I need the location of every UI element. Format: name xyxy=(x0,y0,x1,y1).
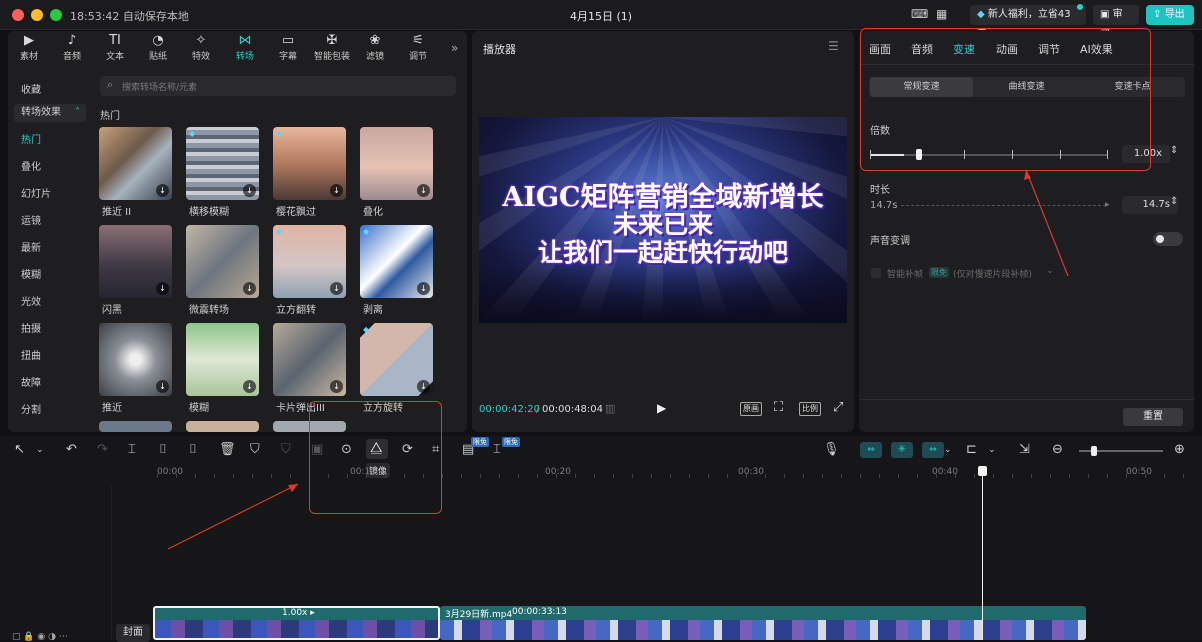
annotation-arrow-speed xyxy=(1025,169,1069,277)
annotation-arrows xyxy=(167,169,1069,550)
annotation-arrow-mirror xyxy=(167,483,299,550)
